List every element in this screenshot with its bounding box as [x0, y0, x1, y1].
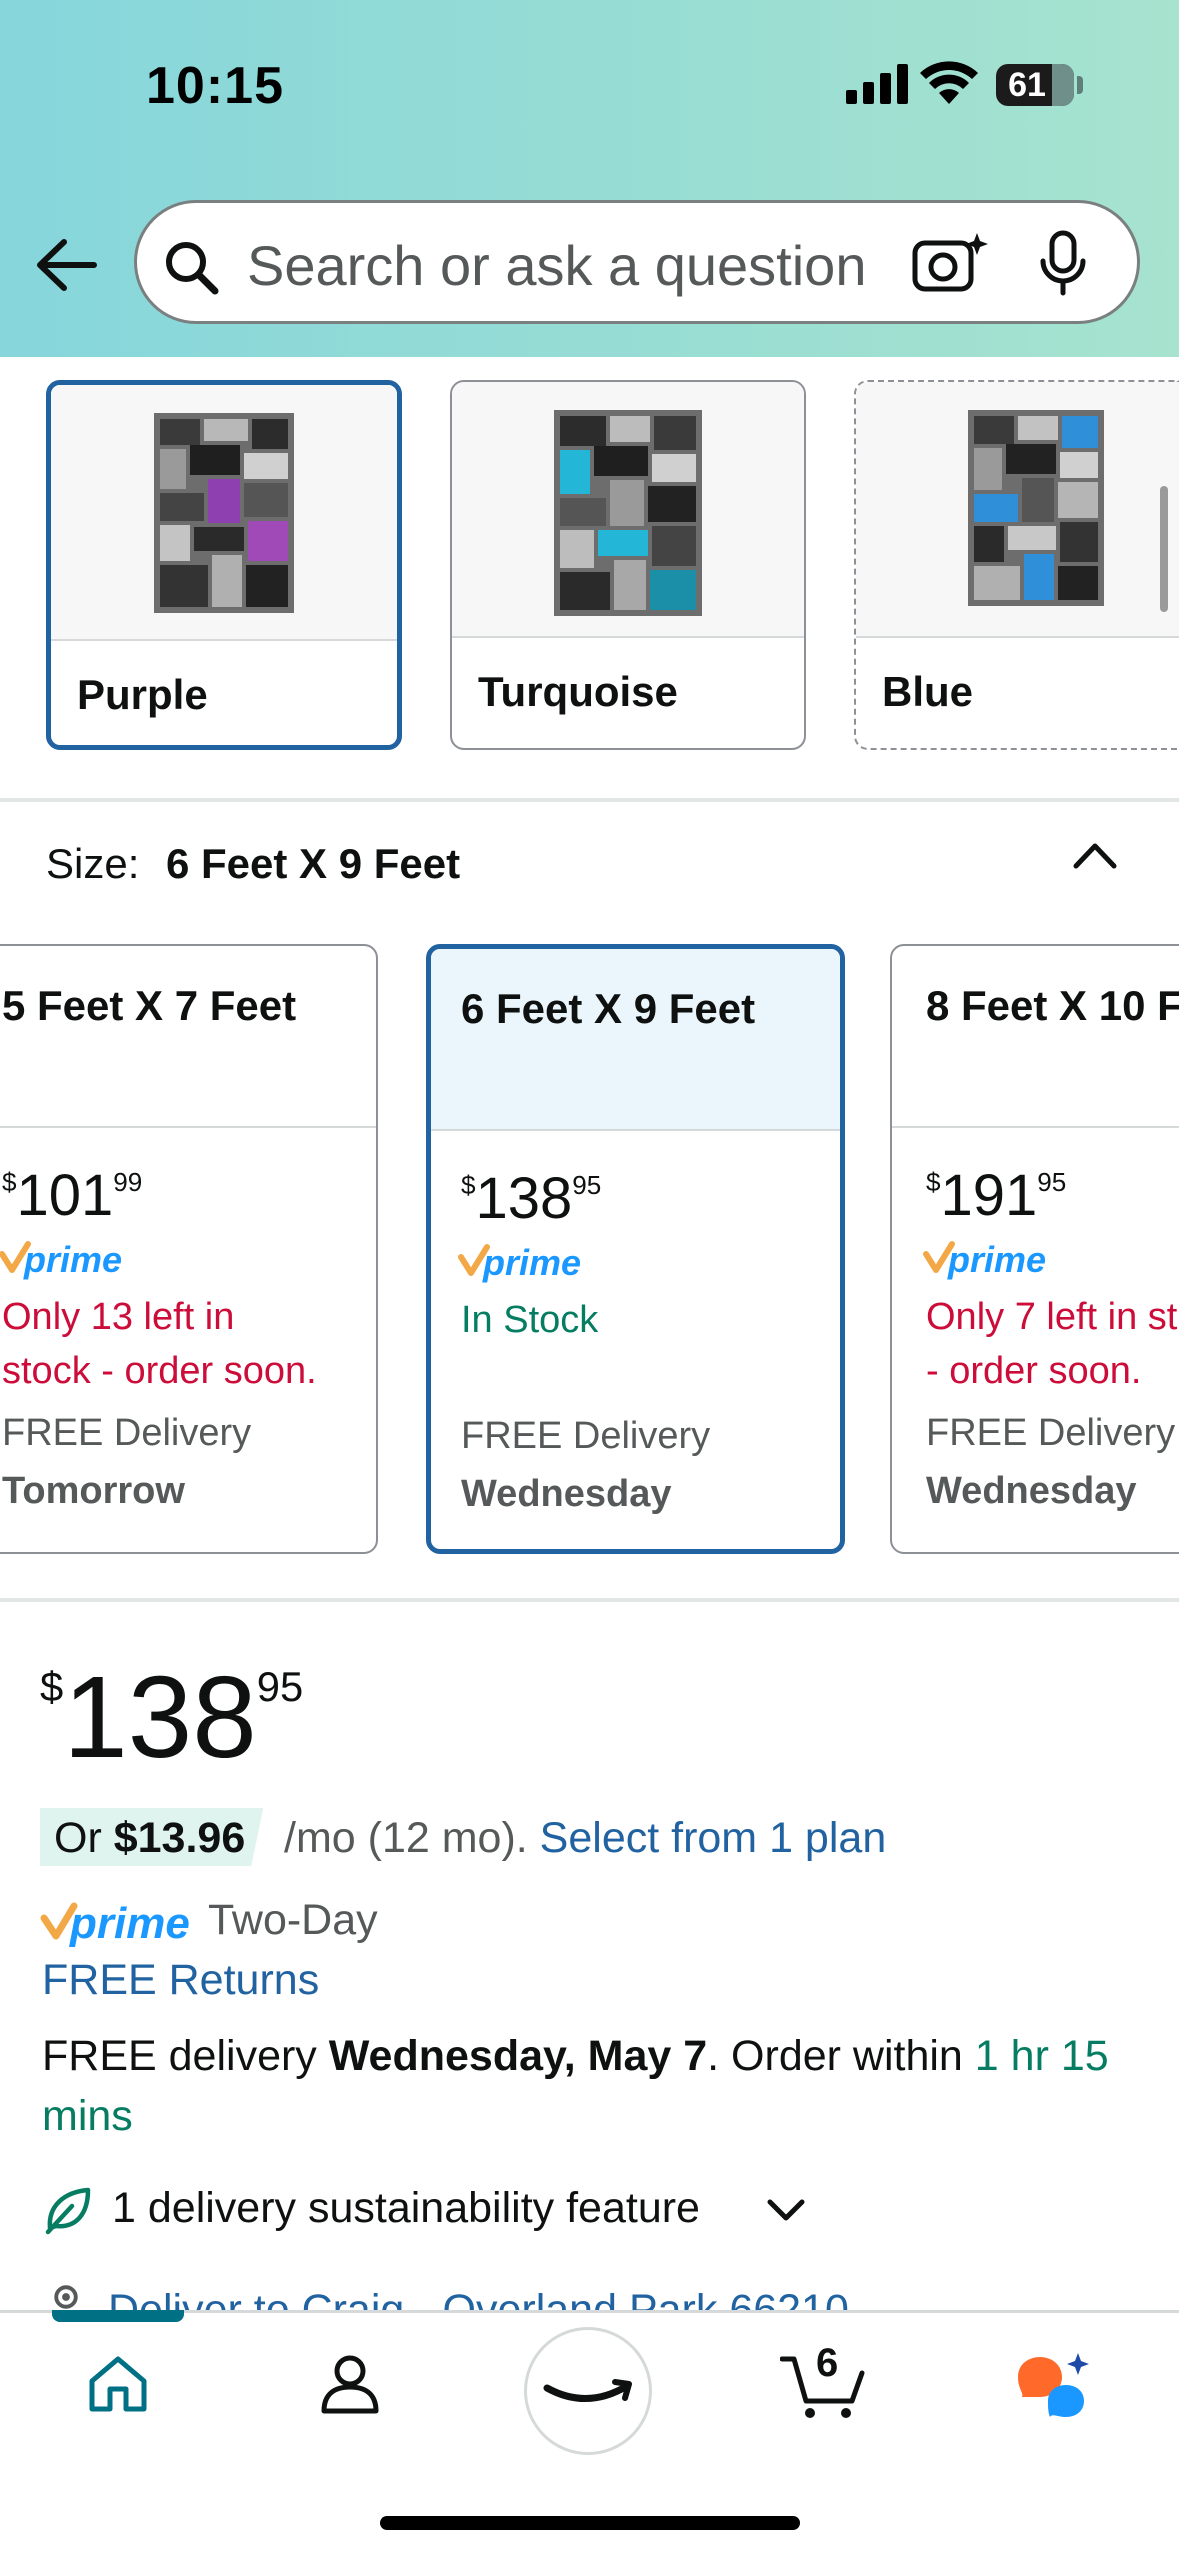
color-option-purple[interactable]: Purple [46, 380, 402, 750]
price-fraction: 99 [113, 1167, 143, 1198]
deliver-to-link[interactable]: Deliver to Craig - Overland Park 66210 [108, 2280, 849, 2310]
location-pin-icon [54, 2285, 78, 2309]
prime-logo-icon: prime [923, 1239, 1046, 1280]
divider [0, 1598, 1179, 1602]
status-time: 10:15 [146, 57, 284, 115]
size-selected-value: 6 Feet X 9 Feet [166, 840, 461, 887]
size-card-header: 8 Feet X 10 Feet [892, 946, 1179, 1128]
svg-text:prime: prime [482, 1242, 581, 1283]
price-whole: 101 [16, 1163, 114, 1228]
price-fraction: 95 [256, 1662, 304, 1710]
size-option-8x10[interactable]: 8 Feet X 10 Feet $19195 prime Only 7 lef… [890, 944, 1179, 1554]
wifi-icon [920, 61, 978, 104]
battery-icon: 61 [996, 64, 1074, 106]
camera-lens-icon[interactable] [907, 229, 995, 295]
svg-text:prime: prime [69, 1899, 190, 1948]
color-option-turquoise[interactable]: Turquoise [450, 380, 806, 750]
size-option-5x7[interactable]: 5 Feet X 7 Feet $10199 prime Only 13 lef… [0, 944, 378, 1554]
size-card-header: 5 Feet X 7 Feet [0, 946, 376, 1128]
size-option-title: 6 Feet X 9 Feet [461, 985, 756, 1032]
two-day-label: Two-Day [208, 1896, 378, 1944]
chevron-down-icon[interactable] [766, 2196, 806, 2224]
microphone-icon[interactable] [1035, 229, 1091, 299]
installment-terms: /mo (12 mo). Select from 1 plan [284, 1814, 887, 1862]
home-icon[interactable] [86, 2351, 150, 2415]
swatch-image-area [51, 385, 397, 641]
stock-status: Only 7 left in stock - order soon. [926, 1296, 1179, 1392]
price-whole: 191 [940, 1163, 1038, 1228]
color-option-label: Turquoise [478, 668, 678, 715]
account-icon[interactable] [318, 2351, 382, 2415]
home-indicator [380, 2516, 800, 2530]
size-option-title: 8 Feet X 10 Feet [926, 982, 1179, 1029]
price-whole: 138 [475, 1166, 573, 1231]
active-tab-indicator [52, 2310, 184, 2322]
cart-count: 6 [816, 2341, 839, 2385]
delivery-label: FREE Delivery [461, 1415, 711, 1457]
rug-thumbnail [968, 410, 1104, 606]
battery-level: 61 [1008, 66, 1046, 104]
currency-symbol: $ [926, 1167, 941, 1198]
size-option-title: 5 Feet X 7 Feet [2, 982, 297, 1029]
prime-logo-icon: prime [0, 1239, 122, 1280]
leaf-icon [45, 2187, 91, 2235]
amazon-smile-icon [543, 2379, 632, 2402]
installment-badge: Or $13.96 [40, 1808, 263, 1866]
swatch-image-area [452, 382, 804, 638]
rufus-chat-icon[interactable] [1014, 2351, 1094, 2421]
product-price: $13895 [40, 1650, 303, 1784]
svg-text:prime: prime [23, 1239, 122, 1280]
back-arrow-icon[interactable] [34, 238, 98, 292]
amazon-logo-button[interactable] [524, 2327, 652, 2455]
color-option-label: Blue [882, 668, 974, 715]
price-whole: 138 [63, 1652, 257, 1782]
delivery-label: FREE Delivery [926, 1412, 1176, 1454]
color-option-blue[interactable]: Blue [854, 380, 1179, 750]
currency-symbol: $ [461, 1170, 476, 1201]
chevron-up-icon[interactable] [1070, 836, 1120, 872]
delivery-day: Wednesday [926, 1470, 1137, 1512]
sustainability-feature[interactable]: 1 delivery sustainability feature [112, 2184, 700, 2233]
currency-symbol: $ [2, 1167, 17, 1198]
cellular-signal-icon [846, 64, 908, 104]
scrollbar[interactable] [1160, 486, 1168, 612]
search-bar[interactable]: Search or ask a question [134, 200, 1140, 324]
select-plan-link[interactable]: Select from 1 plan [540, 1814, 887, 1862]
header: 10:15 61 Search or ask a question [0, 0, 1179, 357]
swatch-image-area [856, 382, 1179, 638]
currency-symbol: $ [40, 1662, 64, 1710]
color-option-label: Purple [77, 671, 208, 718]
price-fraction: 95 [1037, 1167, 1067, 1198]
delivery-date: Wednesday, May 7 [328, 2032, 708, 2080]
size-option-price: $10199 [2, 1162, 142, 1229]
stock-status: Only 13 left in stock - order soon. [2, 1296, 317, 1392]
prime-logo-icon: prime [40, 1899, 190, 1948]
size-card-header: 6 Feet X 9 Feet [431, 949, 840, 1131]
size-option-price: $13895 [461, 1165, 601, 1232]
delivery-day: Wednesday [461, 1473, 672, 1515]
delivery-message: FREE delivery Wednesday, May 7. Order wi… [42, 2032, 1109, 2140]
divider [0, 798, 1179, 802]
rug-thumbnail [554, 410, 702, 616]
search-icon [166, 242, 219, 295]
free-returns-link[interactable]: FREE Returns [42, 1956, 319, 2005]
delivery-day: Tomorrow [2, 1470, 185, 1512]
delivery-label: FREE Delivery [2, 1412, 252, 1454]
size-option-6x9[interactable]: 6 Feet X 9 Feet $13895 prime In Stock FR… [426, 944, 845, 1554]
size-option-price: $19195 [926, 1162, 1066, 1229]
price-fraction: 95 [572, 1170, 602, 1201]
rug-thumbnail [154, 413, 294, 613]
prime-logo-icon: prime [458, 1242, 581, 1283]
installment-amount: $13.96 [113, 1814, 246, 1862]
size-label: Size: [46, 840, 140, 887]
battery-tip [1077, 76, 1083, 94]
svg-text:prime: prime [947, 1239, 1046, 1280]
stock-status: In Stock [461, 1299, 599, 1341]
